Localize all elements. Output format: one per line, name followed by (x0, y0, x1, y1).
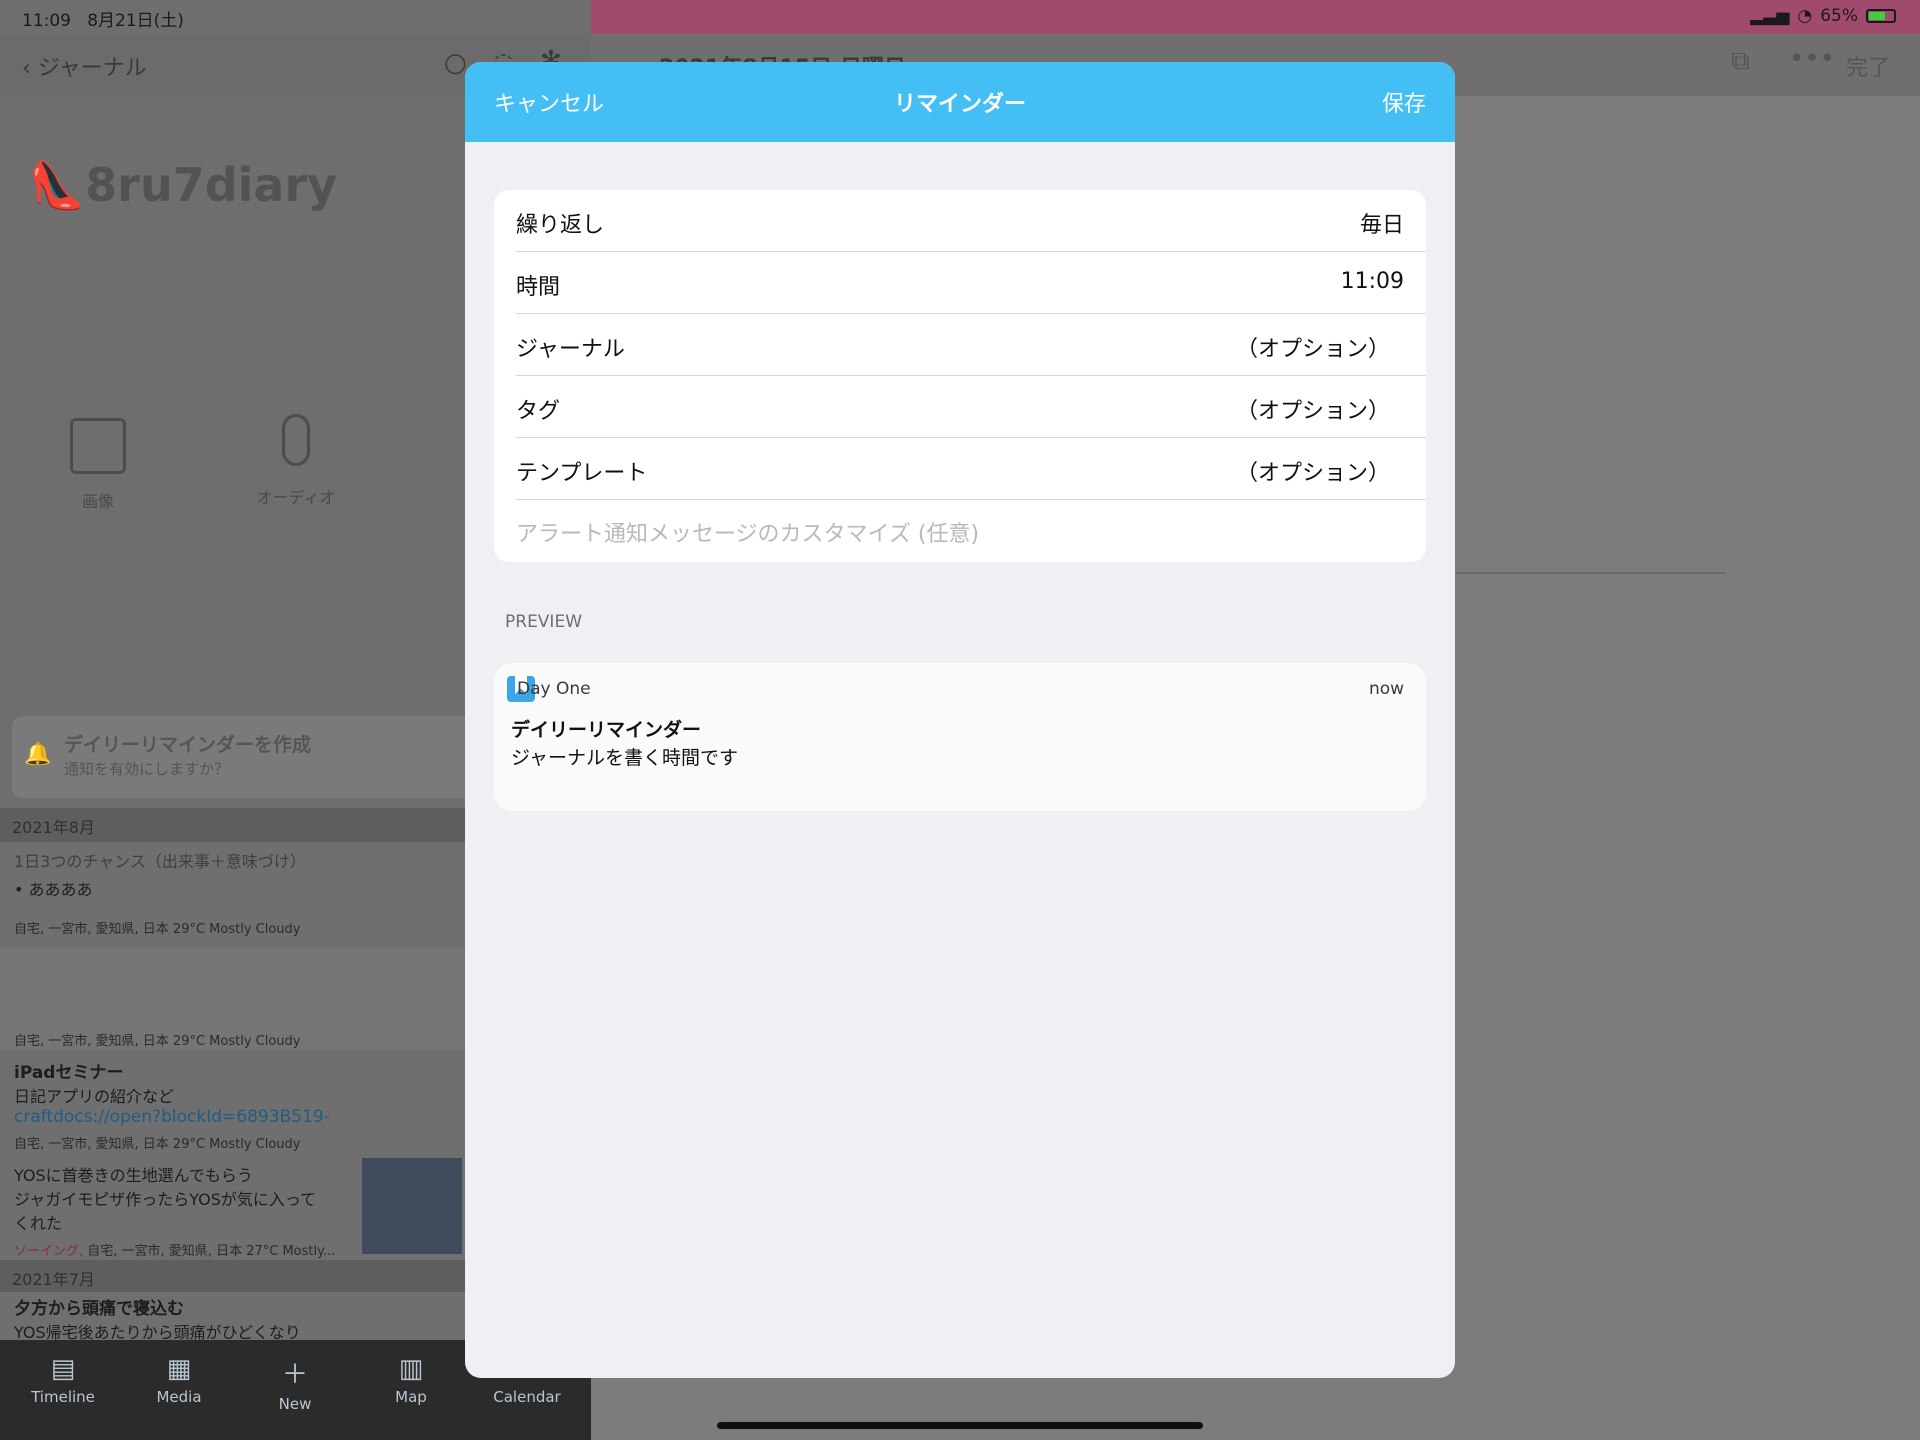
plus-icon: ＋ (281, 1360, 308, 1390)
divider (1456, 572, 1726, 574)
journal-title-text: 8ru7diary (85, 158, 338, 212)
status-bar: 11:09 8月21日(土) ▂▃▅ ◔ 65% (0, 0, 1920, 34)
audio-tool[interactable]: オーディオ (248, 414, 344, 508)
row-label: ジャーナル (516, 337, 625, 362)
alert-message-input[interactable]: アラート通知メッセージのカスタマイズ (任意) (516, 516, 979, 548)
entry-meta: 自宅, 一宮市, 愛知県, 日本 27°C Mostly... (87, 1244, 336, 1259)
heel-icon: 👠 (28, 158, 86, 212)
tab-label: New (278, 1395, 312, 1413)
grid-icon: ▦ (166, 1354, 192, 1384)
time-row[interactable]: 時間 11:09 (516, 252, 1426, 314)
tab-new[interactable]: ＋ New (240, 1354, 350, 1413)
bell-icon: 🔔 (24, 742, 52, 767)
preview-body: ジャーナルを書く時間です (511, 747, 739, 769)
modal-header: キャンセル リマインダー 保存 (465, 62, 1455, 142)
preview-title: デイリーリマインダー (511, 719, 702, 741)
entry-tag: ソーイング, (14, 1244, 84, 1259)
tab-label: Map (395, 1388, 427, 1406)
journal-title: 👠8ru7diary (28, 158, 337, 213)
reminder-card-subtitle: 通知を有効にしますか？ (64, 760, 230, 778)
more-icon[interactable]: ••• (1789, 44, 1835, 74)
modal-title: リマインダー (893, 92, 1026, 117)
map-icon: ▥ (398, 1354, 424, 1384)
reminder-modal: キャンセル リマインダー 保存 繰り返し 毎日 時間 11:09 ジャーナル （… (465, 62, 1455, 1378)
row-value: （オプション） (1235, 337, 1390, 362)
save-button[interactable]: 保存 (1382, 86, 1426, 118)
battery-percent: 65% (1820, 6, 1858, 26)
tab-timeline[interactable]: ▤ Timeline (8, 1354, 118, 1406)
tab-label: Timeline (31, 1388, 95, 1406)
row-label: テンプレート (516, 461, 648, 486)
back-button[interactable]: ‹ ジャーナル (22, 50, 147, 82)
row-label: タグ (516, 399, 561, 424)
microphone-icon (282, 414, 310, 466)
status-time: 11:09 (22, 11, 71, 31)
reminder-form: 繰り返し 毎日 時間 11:09 ジャーナル （オプション） タグ （オプション… (494, 190, 1426, 562)
status-indicators: ▂▃▅ ◔ 65% (1750, 6, 1896, 26)
tab-map[interactable]: ▥ Map (356, 1354, 466, 1406)
repeat-row[interactable]: 繰り返し 毎日 (516, 190, 1426, 252)
battery-icon (1866, 9, 1896, 23)
image-icon (70, 418, 126, 474)
image-tool-label: 画像 (81, 492, 114, 511)
preview-app-name: Day One (517, 679, 591, 699)
back-label: ジャーナル (37, 56, 147, 81)
copy-icon[interactable]: ⧉ (1731, 46, 1750, 77)
status-time-date: 11:09 8月21日(土) (22, 6, 184, 31)
row-value: （オプション） (1235, 461, 1390, 486)
home-indicator (717, 1422, 1203, 1429)
image-tool[interactable]: 画像 (58, 418, 138, 512)
reminder-card-title: デイリーリマインダーを作成 (64, 734, 312, 756)
preview-time: now (1369, 679, 1405, 699)
preview-label: PREVIEW (505, 612, 582, 632)
tab-media[interactable]: ▦ Media (124, 1354, 234, 1406)
row-value: （オプション） (1235, 399, 1390, 424)
tab-label: Media (156, 1388, 202, 1406)
audio-tool-label: オーディオ (256, 488, 336, 507)
tag-row[interactable]: タグ （オプション） (516, 376, 1426, 438)
row-label: 時間 (516, 275, 561, 300)
wifi-icon: ◔ (1797, 6, 1813, 26)
chevron-left-icon: ‹ (22, 56, 31, 81)
row-value: 毎日 (1359, 213, 1404, 238)
search-icon[interactable]: ○ (444, 48, 467, 78)
status-date: 8月21日(土) (87, 11, 184, 31)
timeline-icon: ▤ (50, 1354, 76, 1384)
done-button[interactable]: 完了 (1846, 50, 1890, 82)
row-label: 繰り返し (516, 213, 605, 238)
daily-reminder-card[interactable]: 🔔 デイリーリマインダーを作成 通知を有効にしますか？ (12, 716, 482, 798)
signal-icon: ▂▃▅ (1750, 6, 1790, 26)
template-row[interactable]: テンプレート （オプション） (516, 438, 1426, 500)
row-value: 11:09 (1340, 269, 1404, 294)
journal-row[interactable]: ジャーナル （オプション） (516, 314, 1426, 376)
tab-label: Calendar (493, 1388, 561, 1406)
entry-thumbnail (362, 1158, 462, 1254)
